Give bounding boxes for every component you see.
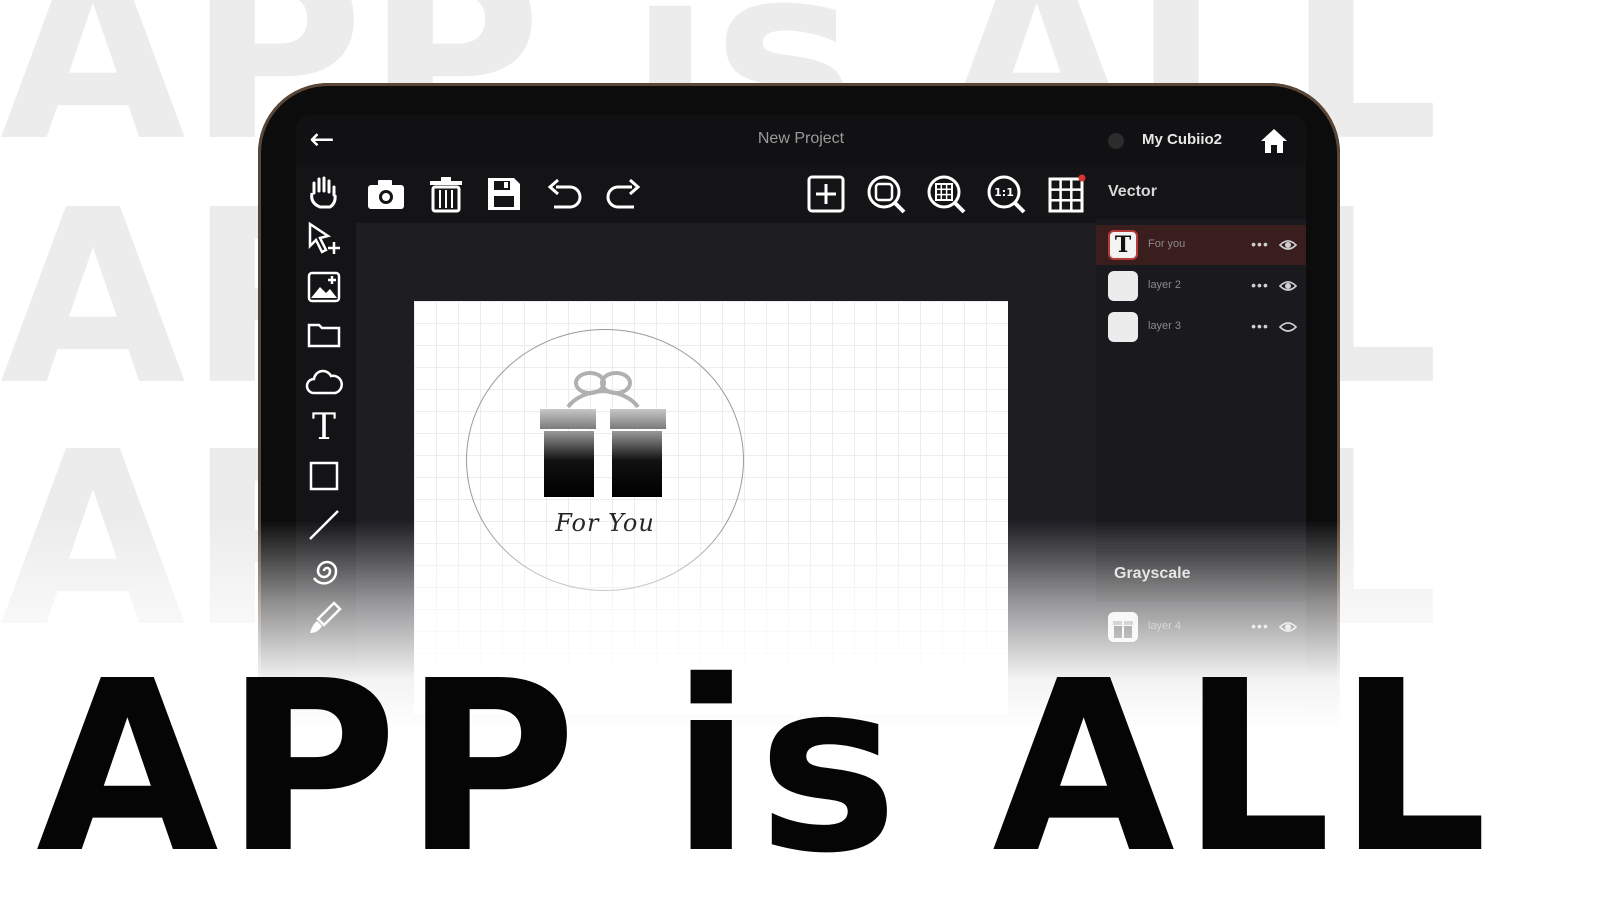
- device-name[interactable]: My Cubiio2: [1142, 131, 1222, 148]
- zoom-fit-icon[interactable]: [864, 173, 908, 215]
- layer-row-layer-2[interactable]: layer 2 •••: [1096, 266, 1306, 306]
- title-bar: ← New Project My Cubiio2: [296, 115, 1306, 165]
- layer-thumbnail: T: [1108, 230, 1138, 260]
- top-toolbar: 1:1: [296, 165, 1104, 223]
- zoom-1to1-label: 1:1: [994, 186, 1014, 199]
- add-icon[interactable]: [804, 173, 848, 215]
- eye-hidden-icon[interactable]: [1278, 317, 1298, 337]
- eye-icon[interactable]: [1278, 235, 1298, 255]
- layer-more-icon[interactable]: •••: [1248, 315, 1272, 339]
- zoom-1to1-icon[interactable]: 1:1: [984, 173, 1028, 215]
- connection-status-dot: [1108, 133, 1124, 149]
- text-tool-icon[interactable]: T: [304, 409, 344, 447]
- cloud-icon[interactable]: [304, 363, 344, 401]
- layer-row-for-you[interactable]: T For you •••: [1096, 225, 1306, 265]
- spiral-icon[interactable]: [304, 552, 344, 590]
- grayscale-heading: Grayscale: [1096, 547, 1306, 601]
- redo-icon[interactable]: [602, 173, 646, 215]
- gift-icon[interactable]: [538, 363, 668, 503]
- layer-more-icon[interactable]: •••: [1248, 274, 1272, 298]
- grid-toggle-icon[interactable]: [1044, 173, 1088, 215]
- rectangle-icon[interactable]: [304, 457, 344, 495]
- layer-more-icon[interactable]: •••: [1248, 233, 1272, 257]
- design-text[interactable]: For You: [466, 509, 744, 537]
- eye-icon[interactable]: [1278, 276, 1298, 296]
- text-tool-glyph: T: [311, 407, 336, 448]
- layer-row-layer-3[interactable]: layer 3 •••: [1096, 307, 1306, 347]
- layer-thumbnail: [1108, 271, 1138, 301]
- layer-name: For you: [1148, 238, 1186, 250]
- camera-icon[interactable]: [364, 173, 408, 215]
- headline: APP is ALL: [36, 630, 1494, 900]
- home-icon[interactable]: [1258, 125, 1290, 157]
- hand-icon[interactable]: [304, 173, 344, 211]
- layer-name: layer 3: [1148, 320, 1182, 332]
- layer-thumbnail: [1108, 312, 1138, 342]
- trash-icon[interactable]: [424, 173, 468, 215]
- vector-heading: Vector: [1096, 165, 1306, 219]
- select-add-icon[interactable]: [304, 220, 344, 258]
- save-icon[interactable]: [482, 173, 526, 215]
- undo-icon[interactable]: [542, 173, 586, 215]
- zoom-grid-icon[interactable]: [924, 173, 968, 215]
- layer-name: layer 2: [1148, 279, 1182, 291]
- line-icon[interactable]: [304, 505, 344, 543]
- folder-icon[interactable]: [304, 315, 344, 353]
- image-add-icon[interactable]: [304, 268, 344, 306]
